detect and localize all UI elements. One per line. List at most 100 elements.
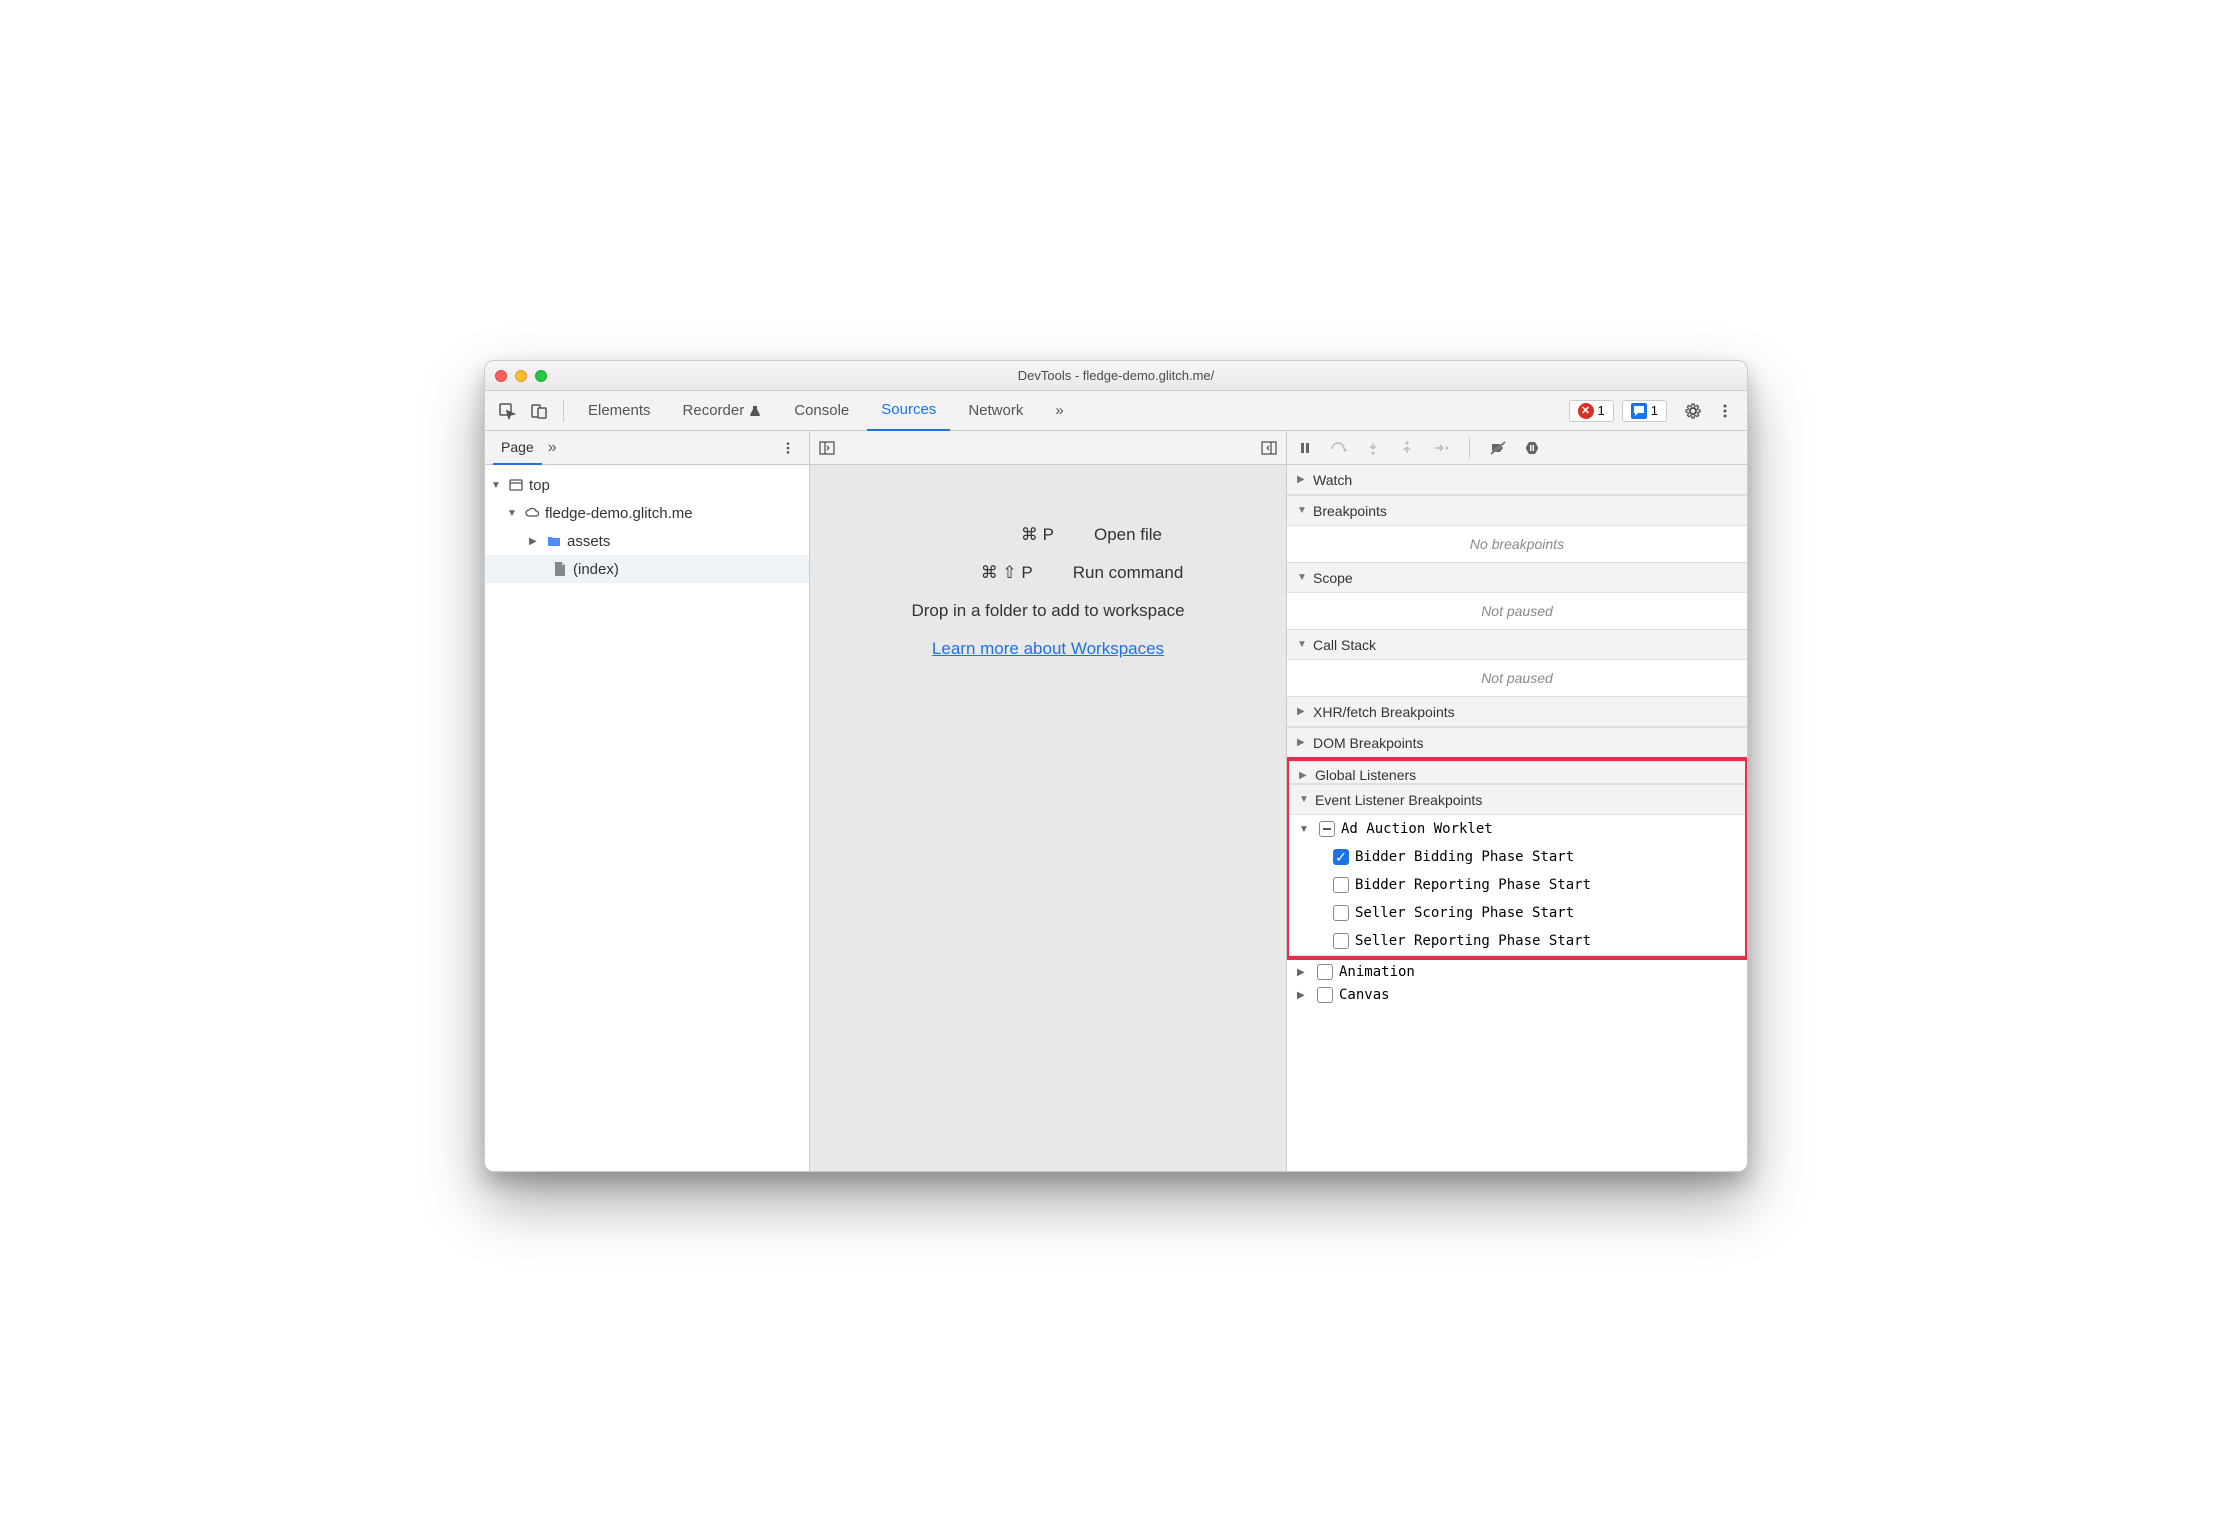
event-category-animation[interactable]: ▶ Animation: [1287, 958, 1747, 986]
section-global-listeners[interactable]: ▶Global Listeners: [1289, 762, 1745, 784]
no-breakpoints-text: No breakpoints: [1297, 532, 1737, 556]
section-xhr-breakpoints[interactable]: ▶XHR/fetch Breakpoints: [1287, 697, 1747, 727]
tab-console[interactable]: Console: [780, 391, 863, 431]
workspaces-learn-more-link[interactable]: Learn more about Workspaces: [932, 639, 1164, 659]
shortcut-run-command: ⌘ ⇧ P Run command: [913, 563, 1184, 583]
zoom-window-button[interactable]: [535, 370, 547, 382]
inspect-element-icon[interactable]: [493, 397, 521, 425]
show-debugger-icon[interactable]: [1260, 439, 1278, 457]
step-out-icon[interactable]: [1395, 436, 1419, 460]
error-badge[interactable]: ✕ 1: [1569, 400, 1614, 422]
not-paused-text: Not paused: [1297, 599, 1737, 623]
debugger-pane: ▶Watch ▼Breakpoints No breakpoints ▼Scop…: [1287, 431, 1747, 1171]
checkbox-unchecked[interactable]: [1333, 933, 1349, 949]
checkbox-unchecked[interactable]: [1317, 964, 1333, 980]
file-tree: ▼ top ▼ fledge-demo.glitch.me ▶: [485, 465, 809, 589]
navigator-kebab-icon[interactable]: [775, 441, 801, 455]
minimize-window-button[interactable]: [515, 370, 527, 382]
tree-node-domain[interactable]: ▼ fledge-demo.glitch.me: [485, 499, 809, 527]
tree-node-index[interactable]: (index): [485, 555, 809, 583]
editor-pane: ⌘ P Open file ⌘ ⇧ P Run command Drop in …: [810, 431, 1287, 1171]
error-icon: ✕: [1578, 403, 1594, 419]
chevron-right-icon: ▶: [1297, 967, 1311, 978]
event-seller-reporting[interactable]: Seller Reporting Phase Start: [1289, 927, 1745, 955]
shortcut-open-file: ⌘ P Open file: [934, 525, 1162, 545]
checkbox-unchecked[interactable]: [1333, 905, 1349, 921]
editor-empty-state: ⌘ P Open file ⌘ ⇧ P Run command Drop in …: [810, 465, 1286, 1171]
folder-icon: [545, 532, 563, 550]
chevron-down-icon: ▼: [1299, 794, 1311, 805]
tree-label: fledge-demo.glitch.me: [545, 505, 693, 522]
shortcut-label: Run command: [1073, 563, 1184, 583]
tree-node-top[interactable]: ▼ top: [485, 471, 809, 499]
chevron-down-icon: ▼: [491, 480, 503, 491]
more-tabs-chevron[interactable]: »: [1041, 391, 1077, 431]
checkbox-indeterminate[interactable]: [1319, 821, 1335, 837]
chevron-down-icon: ▼: [1297, 572, 1309, 583]
main-toolbar: Elements Recorder Console Sources Networ…: [485, 391, 1747, 431]
editor-tabs: [810, 431, 1286, 465]
section-call-stack[interactable]: ▼Call Stack: [1287, 630, 1747, 660]
event-bidder-reporting[interactable]: Bidder Reporting Phase Start: [1289, 871, 1745, 899]
pause-icon[interactable]: [1293, 436, 1317, 460]
event-category-canvas[interactable]: ▶ Canvas: [1287, 986, 1747, 1004]
step-over-icon[interactable]: [1327, 436, 1351, 460]
chevron-down-icon: ▼: [1297, 505, 1309, 516]
tree-label: assets: [567, 533, 610, 550]
not-paused-text: Not paused: [1297, 666, 1737, 690]
section-event-listener-breakpoints[interactable]: ▼Event Listener Breakpoints: [1289, 785, 1745, 815]
flask-icon: [748, 404, 762, 418]
shortcut-label: Open file: [1094, 525, 1162, 545]
workspace-drop-hint: Drop in a folder to add to workspace: [911, 601, 1184, 621]
shortcut-keys: ⌘ ⇧ P: [913, 563, 1033, 583]
device-toolbar-icon[interactable]: [525, 397, 553, 425]
tree-node-assets[interactable]: ▶ assets: [485, 527, 809, 555]
navigator-tab-page[interactable]: Page: [493, 431, 542, 465]
chevron-down-icon: ▼: [1299, 824, 1313, 835]
toolbar-separator: [1469, 437, 1470, 459]
checkbox-checked[interactable]: ✓: [1333, 849, 1349, 865]
chevron-right-icon: ▶: [1299, 770, 1311, 781]
event-label: Seller Reporting Phase Start: [1355, 933, 1591, 949]
event-label: Seller Scoring Phase Start: [1355, 905, 1574, 921]
chevron-down-icon: ▼: [1297, 639, 1309, 650]
tab-sources[interactable]: Sources: [867, 391, 950, 431]
event-seller-scoring[interactable]: Seller Scoring Phase Start: [1289, 899, 1745, 927]
more-options-kebab-icon[interactable]: [1711, 397, 1739, 425]
event-category-ad-auction[interactable]: ▼ Ad Auction Worklet: [1289, 815, 1745, 843]
step-icon[interactable]: [1429, 436, 1453, 460]
titlebar: DevTools - fledge-demo.glitch.me/: [485, 361, 1747, 391]
navigator-more-tabs[interactable]: »: [548, 439, 557, 457]
section-breakpoints[interactable]: ▼Breakpoints: [1287, 496, 1747, 526]
tab-recorder[interactable]: Recorder: [669, 391, 777, 431]
pause-exceptions-icon[interactable]: [1520, 436, 1544, 460]
checkbox-unchecked[interactable]: [1333, 877, 1349, 893]
cloud-icon: [523, 504, 541, 522]
event-category-label: Ad Auction Worklet: [1341, 821, 1493, 837]
tree-label: top: [529, 477, 550, 494]
close-window-button[interactable]: [495, 370, 507, 382]
chevron-right-icon: ▶: [1297, 474, 1309, 485]
main-body: Page » ▼ top ▼: [485, 431, 1747, 1171]
step-into-icon[interactable]: [1361, 436, 1385, 460]
deactivate-breakpoints-icon[interactable]: [1486, 436, 1510, 460]
debugger-toolbar: [1287, 431, 1747, 465]
message-badge[interactable]: 1: [1622, 400, 1667, 422]
event-category-label: Canvas: [1339, 987, 1390, 1003]
devtools-window: DevTools - fledge-demo.glitch.me/ Elemen…: [484, 360, 1748, 1172]
section-dom-breakpoints[interactable]: ▶DOM Breakpoints: [1287, 728, 1747, 758]
section-watch[interactable]: ▶Watch: [1287, 465, 1747, 495]
show-navigator-icon[interactable]: [818, 439, 836, 457]
tab-network[interactable]: Network: [954, 391, 1037, 431]
tab-elements[interactable]: Elements: [574, 391, 665, 431]
checkbox-unchecked[interactable]: [1317, 987, 1333, 1003]
error-count: 1: [1598, 403, 1605, 418]
chevron-right-icon: ▶: [1297, 706, 1309, 717]
event-label: Bidder Reporting Phase Start: [1355, 877, 1591, 893]
file-icon: [551, 560, 569, 578]
event-category-label: Animation: [1339, 964, 1415, 980]
chevron-right-icon: ▶: [1297, 737, 1309, 748]
section-scope[interactable]: ▼Scope: [1287, 563, 1747, 593]
settings-gear-icon[interactable]: [1679, 397, 1707, 425]
event-bidder-bidding[interactable]: ✓ Bidder Bidding Phase Start: [1289, 843, 1745, 871]
